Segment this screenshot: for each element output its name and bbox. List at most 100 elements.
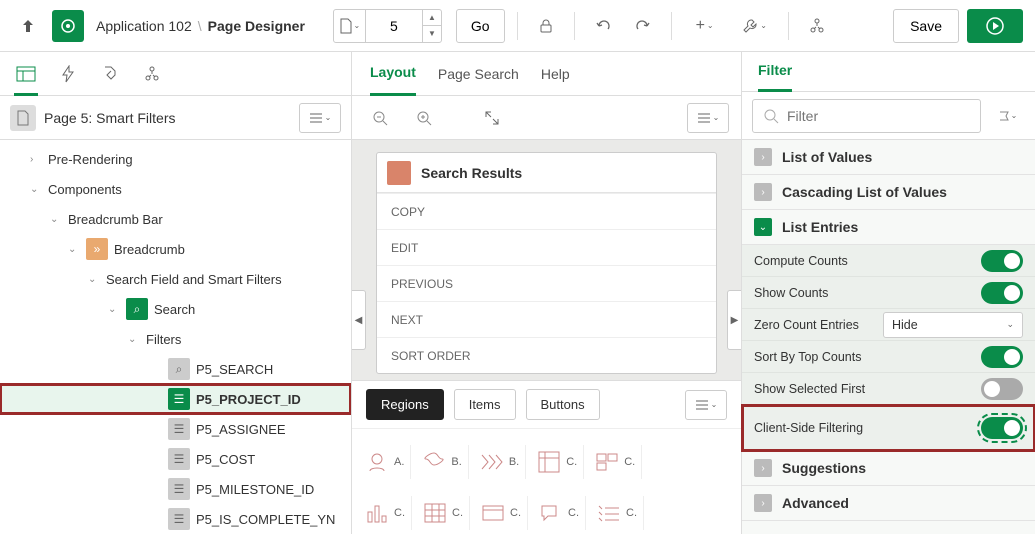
region-button-next[interactable]: NEXT [377, 301, 716, 337]
gallery-item[interactable]: B. [473, 445, 526, 479]
layout-menu-button[interactable]: ⌄ [687, 103, 729, 133]
collapse-right-handle[interactable]: ▶ [727, 290, 741, 350]
region-search-results[interactable]: Search Results COPY EDIT PREVIOUS NEXT S… [376, 152, 717, 374]
toggle-show-counts[interactable] [981, 282, 1023, 304]
chevron-right-icon: › [30, 154, 42, 165]
redo-button[interactable] [627, 10, 659, 42]
region-button-copy[interactable]: COPY [377, 193, 716, 229]
create-button[interactable]: +⌄ [684, 10, 726, 42]
expand-button[interactable] [476, 102, 508, 134]
shared-tab-icon[interactable] [140, 62, 164, 86]
chevron-down-icon: ⌄ [30, 184, 42, 195]
tree-item-p5-complete[interactable]: ☰P5_IS_COMPLETE_YN [0, 504, 351, 534]
select-zero-count[interactable]: Hide⌄ [883, 312, 1023, 338]
tree-item-search-field[interactable]: ⌄Search Field and Smart Filters [0, 264, 351, 294]
component-gallery: A. B. B. C. C. [352, 428, 741, 494]
tree-item-breadcrumb-bar[interactable]: ⌄Breadcrumb Bar [0, 204, 351, 234]
property-filter-input[interactable] [752, 99, 981, 133]
breadcrumb-separator-icon: \ [198, 18, 202, 34]
utilities-button[interactable]: ⌄ [734, 10, 776, 42]
gallery-item[interactable]: C. [530, 445, 584, 479]
tree-item-components[interactable]: ⌄Components [0, 174, 351, 204]
checkbox-group-icon: ☰ [168, 418, 190, 440]
region-button-previous[interactable]: PREVIOUS [377, 265, 716, 301]
toggle-compute-counts[interactable] [981, 250, 1023, 272]
gallery-item[interactable]: B. [415, 445, 468, 479]
page-down-icon[interactable]: ▼ [423, 26, 441, 42]
section-suggestions[interactable]: ›Suggestions [742, 451, 1035, 486]
tab-page-search[interactable]: Page Search [438, 52, 519, 96]
checkbox-group-icon: ☰ [168, 448, 190, 470]
zoom-in-button[interactable] [408, 102, 440, 134]
tab-layout[interactable]: Layout [370, 52, 416, 96]
region-title: Search Results [421, 165, 522, 181]
chevron-down-icon: ⌄ [68, 244, 80, 255]
tab-filter[interactable]: Filter [758, 52, 792, 92]
app-icon-button[interactable] [52, 10, 84, 42]
checkbox-group-icon: ☰ [168, 508, 190, 530]
section-list-of-values[interactable]: ›List of Values [742, 140, 1035, 175]
gallery-menu-button[interactable]: ⌄ [685, 390, 727, 420]
section-advanced[interactable]: ›Advanced [742, 486, 1035, 521]
tab-help[interactable]: Help [541, 52, 570, 96]
page-finder-icon[interactable]: ⌄ [334, 10, 366, 42]
component-gallery-row2: C. C. C. C. C. [352, 494, 741, 534]
gallery-item[interactable]: C. [358, 496, 412, 530]
chevron-right-icon: › [754, 459, 772, 477]
tree-item-pre-rendering[interactable]: ›Pre-Rendering [0, 144, 351, 174]
shared-components-button[interactable] [801, 10, 833, 42]
checkbox-group-icon: ☰ [168, 388, 190, 410]
gallery-item[interactable]: C. [474, 496, 528, 530]
toggle-sort-top[interactable] [981, 346, 1023, 368]
section-cascading-lov[interactable]: ›Cascading List of Values [742, 175, 1035, 210]
breadcrumb-page: Page Designer [208, 18, 305, 34]
tree-item-p5-milestone[interactable]: ☰P5_MILESTONE_ID [0, 474, 351, 504]
chevron-right-icon: › [754, 183, 772, 201]
tree-item-p5-assignee[interactable]: ☰P5_ASSIGNEE [0, 414, 351, 444]
chevron-down-icon: ⌄ [50, 214, 62, 225]
filter-field[interactable] [787, 108, 970, 124]
region-button-edit[interactable]: EDIT [377, 229, 716, 265]
page-up-icon[interactable]: ▲ [423, 10, 441, 26]
tree-item-filters[interactable]: ⌄Filters [0, 324, 351, 354]
nav-up-button[interactable] [12, 10, 44, 42]
rendering-tab-icon[interactable] [14, 52, 38, 96]
prop-compute-counts: Compute Counts [742, 245, 1035, 277]
gallery-tab-buttons[interactable]: Buttons [526, 389, 600, 420]
page-icon [10, 105, 36, 131]
toggle-client-side[interactable] [981, 417, 1023, 439]
tree-item-breadcrumb[interactable]: ⌄»Breadcrumb [0, 234, 351, 264]
gallery-tab-items[interactable]: Items [454, 389, 516, 420]
gallery-tab-regions[interactable]: Regions [366, 389, 444, 420]
undo-button[interactable] [587, 10, 619, 42]
lock-button[interactable] [530, 10, 562, 42]
run-button[interactable] [967, 9, 1023, 43]
go-button[interactable]: Go [456, 9, 505, 43]
save-button[interactable]: Save [893, 9, 959, 43]
toggle-show-selected[interactable] [981, 378, 1023, 400]
page-title[interactable]: Page 5: Smart Filters [44, 110, 291, 126]
gallery-item[interactable]: C. [590, 496, 644, 530]
toolbar-divider [517, 12, 518, 40]
tree-item-search[interactable]: ⌄⌕Search [0, 294, 351, 324]
tree-item-p5-project-id[interactable]: ☰P5_PROJECT_ID [0, 384, 351, 414]
section-list-entries[interactable]: ⌄List Entries [742, 210, 1035, 245]
tree-menu-button[interactable]: ⌄ [299, 103, 341, 133]
gallery-item[interactable]: C. [532, 496, 586, 530]
tree-item-p5-cost[interactable]: ☰P5_COST [0, 444, 351, 474]
pin-button[interactable]: ⌄ [989, 100, 1025, 132]
breadcrumb-app[interactable]: Application 102 [96, 18, 192, 34]
prop-show-counts: Show Counts [742, 277, 1035, 309]
gallery-item[interactable]: C. [416, 496, 470, 530]
collapse-left-handle[interactable]: ◀ [352, 290, 366, 350]
dynamic-actions-tab-icon[interactable] [56, 62, 80, 86]
page-number-input[interactable] [366, 10, 422, 42]
checkbox-group-icon: ☰ [168, 478, 190, 500]
region-button-sort-order[interactable]: SORT ORDER [377, 337, 716, 373]
zoom-out-button[interactable] [364, 102, 396, 134]
processing-tab-icon[interactable] [98, 62, 122, 86]
tree-item-p5-search[interactable]: ⌕P5_SEARCH [0, 354, 351, 384]
toolbar-divider [574, 12, 575, 40]
gallery-item[interactable]: C. [588, 445, 642, 479]
gallery-item[interactable]: A. [358, 445, 411, 479]
